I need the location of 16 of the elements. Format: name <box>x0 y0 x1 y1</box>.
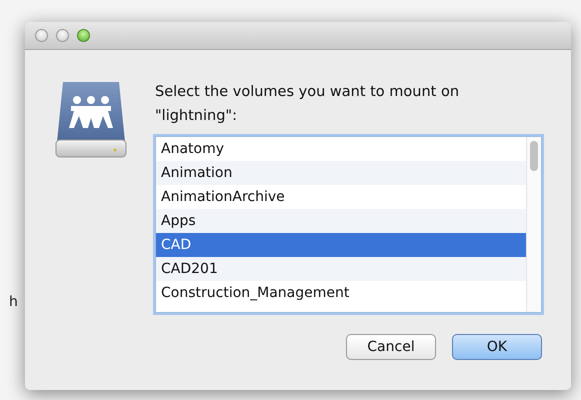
minimize-button[interactable] <box>56 29 69 42</box>
close-button[interactable] <box>35 29 48 42</box>
ok-button[interactable]: OK <box>452 334 542 360</box>
background-text: h <box>9 293 18 312</box>
list-item[interactable]: Animation <box>156 161 526 185</box>
zoom-button[interactable] <box>77 29 90 42</box>
list-item[interactable]: Construction_Management <box>156 281 526 305</box>
list-item[interactable]: Apps <box>156 209 526 233</box>
scrollbar[interactable] <box>526 137 541 312</box>
message-text: Select the volumes you want to mount on "lightning": <box>155 83 460 126</box>
network-drive-icon <box>55 80 127 160</box>
list-item[interactable]: CAD201 <box>156 257 526 281</box>
list-item[interactable]: AnimationArchive <box>156 185 526 209</box>
cancel-button[interactable]: Cancel <box>346 334 436 360</box>
list-item[interactable]: CAD <box>156 233 526 257</box>
list-item[interactable]: Anatomy <box>156 137 526 161</box>
